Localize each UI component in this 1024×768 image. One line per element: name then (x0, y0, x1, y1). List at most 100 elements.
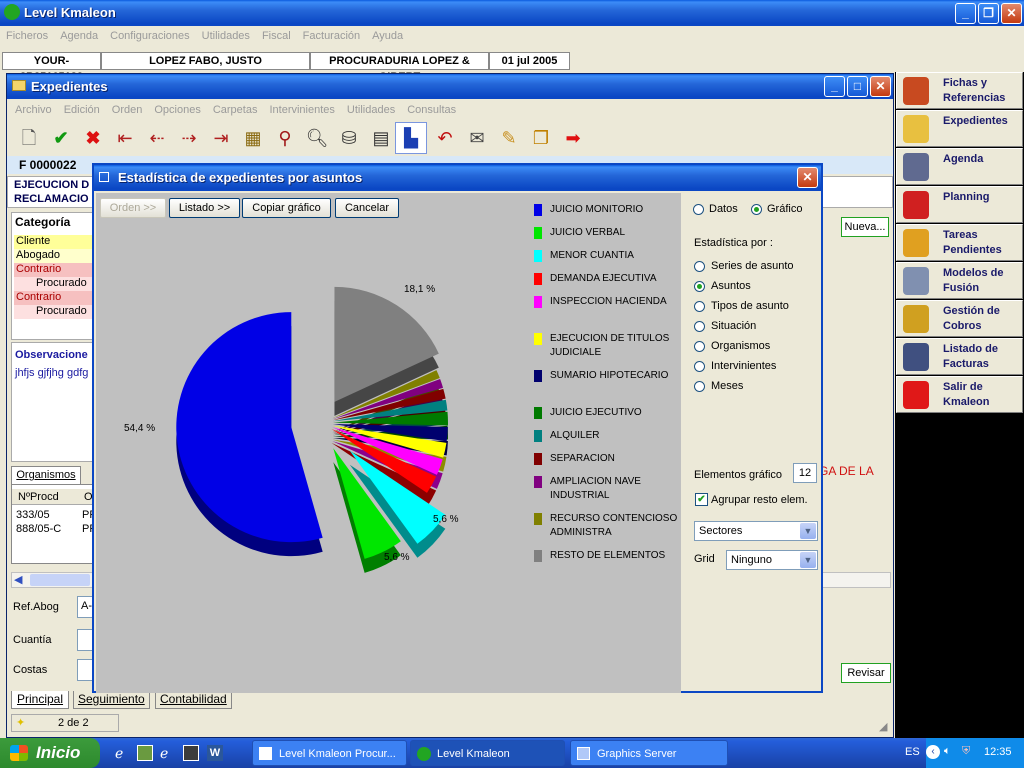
search-magnifier-icon[interactable]: 🔍︎ (305, 126, 329, 150)
categoria-row[interactable]: Contrario (14, 291, 100, 305)
close-button[interactable]: ✕ (1001, 3, 1022, 24)
radio-3[interactable] (694, 321, 705, 332)
browser-icon[interactable]: ℯ (160, 745, 168, 762)
sidebar-item-0[interactable]: Fichas y Referencias (896, 72, 1023, 109)
table-row[interactable]: 888/05-C (16, 523, 61, 535)
database-icon[interactable]: ⛁ (337, 126, 361, 150)
shield-icon[interactable]: ⛨ (962, 745, 970, 758)
report-icon[interactable]: ▤ (369, 126, 393, 150)
menu-ficheros[interactable]: Ficheros (6, 30, 48, 42)
sidebar-item-5[interactable]: Modelos de Fusión (896, 262, 1023, 299)
categoria-row[interactable]: Cliente (14, 235, 100, 249)
task-graphics-server[interactable]: Graphics Server (570, 740, 728, 766)
radio-6[interactable] (694, 381, 705, 392)
radio-4[interactable] (694, 341, 705, 352)
menu-agenda[interactable]: Agenda (60, 30, 98, 42)
exp-maximize-button[interactable]: □ (847, 76, 868, 97)
categoria-row[interactable]: Abogado (14, 249, 100, 263)
menu-ayuda[interactable]: Ayuda (372, 30, 403, 42)
table-icon[interactable]: ▦ (241, 126, 265, 150)
copiar-grafico-button[interactable]: Copiar gráfico (242, 198, 331, 218)
next-record-icon[interactable]: ⇢ (177, 126, 201, 150)
radio-0[interactable] (694, 261, 705, 272)
send-mail-icon[interactable]: ✎ (497, 126, 521, 150)
expedientes-title-bar[interactable]: Expedientes _ □ ✕ (7, 74, 893, 99)
nueva-button[interactable]: Nueva... (841, 217, 889, 237)
tab-contabilidad[interactable]: Contabilidad (155, 691, 232, 709)
exp-close-button[interactable]: ✕ (870, 76, 891, 97)
table-row[interactable]: 333/05 (16, 509, 50, 521)
exp-minimize-button[interactable]: _ (824, 76, 845, 97)
datos-radio[interactable] (693, 204, 704, 215)
menu-fiscal[interactable]: Fiscal (262, 30, 291, 42)
quicklaunch-icon[interactable] (137, 745, 153, 761)
minimize-button[interactable]: _ (955, 3, 976, 24)
first-record-icon[interactable]: ⇤ (113, 126, 137, 150)
chevron-left-icon[interactable]: ‹ (926, 745, 940, 759)
language-indicator[interactable]: ES (905, 746, 920, 758)
previous-record-icon[interactable]: ⇠ (145, 126, 169, 150)
media-icon[interactable] (183, 745, 199, 761)
sidebar-item-1[interactable]: Expedientes (896, 110, 1023, 147)
cancelar-button[interactable]: Cancelar (335, 198, 399, 218)
statistics-chart-icon[interactable]: ▙ (395, 122, 427, 154)
tab-organismos[interactable]: Organismos (11, 466, 81, 484)
sidebar-item-7[interactable]: Listado de Facturas (896, 338, 1023, 375)
exp-menu-utilidades[interactable]: Utilidades (347, 104, 395, 116)
restore-button[interactable]: ❐ (978, 3, 999, 24)
sidebar-item-2[interactable]: Agenda (896, 148, 1023, 185)
chevron-down-icon[interactable]: ▼ (800, 523, 816, 539)
elementos-input[interactable]: 12 (793, 463, 817, 483)
accept-icon[interactable]: ✔ (49, 126, 73, 150)
resize-grip-icon[interactable]: ◢ (879, 720, 887, 733)
sidebar-item-4[interactable]: Tareas Pendientes (896, 224, 1023, 261)
categoria-row[interactable]: Procurado (14, 277, 100, 291)
grid-select[interactable]: Ninguno ▼ (726, 550, 818, 570)
revisar-button[interactable]: Revisar (841, 663, 891, 683)
exp-menu-archivo[interactable]: Archivo (15, 104, 52, 116)
observaciones-panel[interactable]: Observacione jhfjs gjfjhg gdfg (11, 342, 101, 462)
sidebar-item-8[interactable]: Salir de Kmaleon (896, 376, 1023, 413)
grafico-radio[interactable] (751, 204, 762, 215)
undo-icon[interactable]: ↶ (433, 126, 457, 150)
orden-button[interactable]: Orden >> (100, 198, 166, 218)
scrollbar-thumb[interactable] (30, 574, 90, 586)
tab-seguimiento[interactable]: Seguimiento (73, 691, 150, 709)
categoria-row[interactable]: Contrario (14, 263, 100, 277)
agrupar-checkbox[interactable]: ✔ (695, 493, 708, 506)
exp-menu-carpetas[interactable]: Carpetas (213, 104, 258, 116)
chevron-down-icon[interactable]: ▼ (800, 552, 816, 568)
exp-menu-opciones[interactable]: Opciones (154, 104, 200, 116)
binoculars-icon[interactable]: ⚲ (273, 126, 297, 150)
task-kmaleon-procur[interactable]: Level Kmaleon Procur... (252, 740, 407, 766)
dialog-title-bar[interactable]: Estadística de expedientes por asuntos ✕ (94, 165, 821, 191)
new-document-icon[interactable]: 🗋 (17, 126, 41, 150)
ie-icon[interactable]: ℯ (115, 745, 123, 762)
exp-menu-intervinientes[interactable]: Intervinientes (269, 104, 334, 116)
chart-type-select[interactable]: Sectores ▼ (694, 521, 818, 541)
scroll-left-icon[interactable]: ◀ (14, 573, 22, 586)
sidebar-item-6[interactable]: Gestión de Cobros (896, 300, 1023, 337)
categoria-row[interactable]: Procurado (14, 305, 100, 319)
exp-menu-orden[interactable]: Orden (112, 104, 143, 116)
exp-menu-consultas[interactable]: Consultas (407, 104, 456, 116)
windows-icon[interactable]: ❐ (529, 126, 553, 150)
title-bar[interactable]: Level Kmaleon _ ❐ ✕ (0, 0, 1024, 26)
listado-button[interactable]: Listado >> (169, 198, 240, 218)
menu-utilidades[interactable]: Utilidades (202, 30, 250, 42)
speaker-icon[interactable]: 🔈︎ (944, 745, 951, 758)
cancel-icon[interactable]: ✖ (81, 126, 105, 150)
task-kmaleon[interactable]: Level Kmaleon (410, 740, 565, 766)
exit-arrow-icon[interactable]: ➡ (561, 126, 585, 150)
dialog-close-button[interactable]: ✕ (797, 167, 818, 188)
menu-facturacion[interactable]: Facturación (303, 30, 360, 42)
radio-1[interactable] (694, 281, 705, 292)
radio-2[interactable] (694, 301, 705, 312)
radio-5[interactable] (694, 361, 705, 372)
start-button[interactable]: Inicio (0, 738, 100, 768)
word-icon[interactable]: W (207, 745, 223, 761)
menu-configuraciones[interactable]: Configuraciones (110, 30, 190, 42)
sidebar-item-3[interactable]: Planning (896, 186, 1023, 223)
email-icon[interactable]: ✉ (465, 126, 489, 150)
last-record-icon[interactable]: ⇥ (209, 126, 233, 150)
